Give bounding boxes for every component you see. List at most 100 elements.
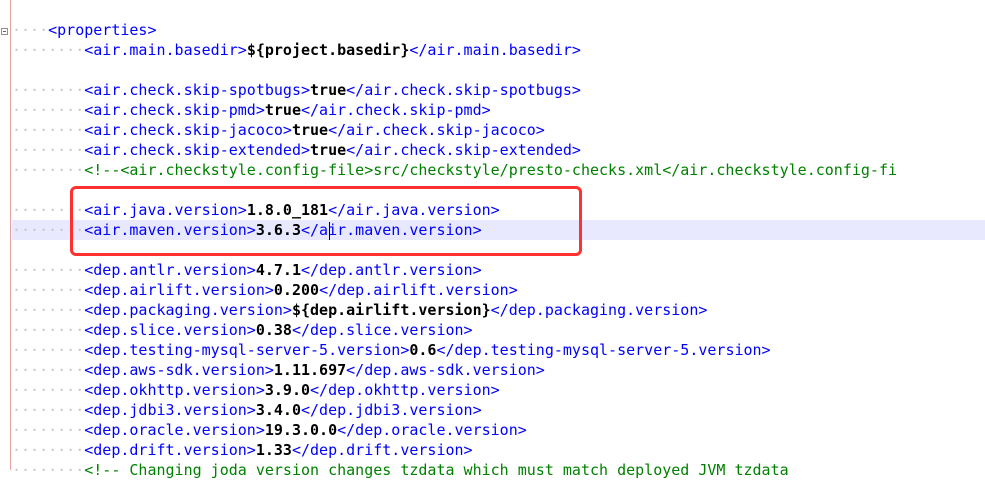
xml-tag: </air.check.skip-jacoco>	[328, 121, 545, 139]
indent-whitespace: ········	[12, 421, 85, 439]
xml-tag: </dep.okhttp.version>	[310, 381, 500, 399]
xml-value: 0.38	[255, 321, 292, 339]
indent-whitespace: ········	[12, 121, 85, 139]
xml-value: 0.6	[409, 341, 437, 359]
xml-tag: </air.check.skip-spotbugs>	[346, 81, 581, 99]
code-line[interactable]: ········<air.maven.version>3.6.3</air.ma…	[12, 220, 985, 240]
code-line[interactable]	[12, 180, 985, 200]
indent-whitespace: ········	[12, 401, 85, 419]
indent-whitespace: ········	[12, 161, 85, 179]
code-line[interactable]: ········<dep.aws-sdk.version>1.11.697</d…	[12, 360, 985, 380]
fold-collapse-icon[interactable]	[1, 28, 8, 35]
xml-tag: <dep.jdbi3.version>	[84, 401, 256, 419]
xml-tag: <dep.antlr.version>	[84, 261, 256, 279]
code-line[interactable]: ········<!-- Changing joda version chang…	[12, 460, 985, 480]
xml-tag: <air.check.skip-spotbugs>	[84, 81, 311, 99]
code-line[interactable]: ········<air.check.skip-spotbugs>true</a…	[12, 80, 985, 100]
xml-tag: </dep.testing-mysql-server-5.version>	[436, 341, 771, 359]
code-line[interactable]: ········<dep.antlr.version>4.7.1</dep.an…	[12, 260, 985, 280]
indent-whitespace: ········	[12, 141, 85, 159]
xml-value: 3.9.0	[264, 381, 311, 399]
xml-value: true	[291, 121, 329, 139]
xml-tag: <dep.airlift.version>	[84, 281, 274, 299]
editor-gutter	[0, 0, 11, 470]
xml-tag: <air.main.basedir>	[84, 41, 247, 59]
xml-tag: <dep.slice.version>	[84, 321, 256, 339]
xml-value: true	[264, 101, 301, 119]
xml-tag: <air.check.skip-extended>	[84, 141, 311, 159]
xml-tag: </air.main.basedir>	[409, 41, 581, 59]
indent-whitespace: ········	[12, 201, 85, 219]
code-line[interactable]: ········<dep.drift.version>1.33</dep.dri…	[12, 440, 985, 460]
code-line[interactable]: ····<properties>	[12, 20, 985, 40]
indent-whitespace: ········	[12, 301, 85, 319]
indent-whitespace: ········	[12, 441, 85, 459]
xml-value: 1.8.0_181	[246, 201, 329, 219]
xml-tag: </dep.jdbi3.version>	[301, 401, 482, 419]
xml-value: 1.33	[255, 441, 292, 459]
code-line[interactable]: ········<dep.packaging.version>${dep.air…	[12, 300, 985, 320]
xml-tag: </dep.packaging.version>	[490, 301, 708, 319]
indent-whitespace: ········	[12, 381, 85, 399]
xml-value: ${dep.airlift.version}	[291, 301, 491, 319]
xml-tag: <air.check.skip-jacoco>	[84, 121, 292, 139]
xml-value: 0.200	[273, 281, 320, 299]
code-line[interactable]	[12, 240, 985, 260]
code-line[interactable]: ········<!--<air.checkstyle.config-file>…	[12, 160, 985, 180]
xml-comment: <!--<air.checkstyle.config-file>src/chec…	[84, 161, 898, 179]
xml-tag: </dep.aws-sdk.version>	[346, 361, 545, 379]
code-line[interactable]: ········<dep.airlift.version>0.200</dep.…	[12, 280, 985, 300]
xml-comment: <!-- Changing joda version changes tzdat…	[84, 461, 789, 479]
xml-tag: <air.check.skip-pmd>	[84, 101, 265, 119]
indent-whitespace: ········	[12, 81, 85, 99]
code-line[interactable]: ········<dep.slice.version>0.38</dep.sli…	[12, 320, 985, 340]
code-line[interactable]: ········<dep.okhttp.version>3.9.0</dep.o…	[12, 380, 985, 400]
xml-value: true	[310, 141, 347, 159]
xml-tag: </dep.airlift.version>	[319, 281, 518, 299]
xml-tag: <dep.testing-mysql-server-5.version>	[84, 341, 410, 359]
code-line[interactable]	[12, 60, 985, 80]
indent-whitespace: ····	[12, 21, 49, 39]
xml-tag: <dep.aws-sdk.version>	[84, 361, 274, 379]
xml-tag: </air.check.skip-pmd>	[301, 101, 491, 119]
xml-tag: </air.check.skip-extended>	[346, 141, 581, 159]
code-line[interactable]: ········<air.java.version>1.8.0_181</air…	[12, 200, 985, 220]
xml-value: 1.11.697	[273, 361, 347, 379]
indent-whitespace: ········	[12, 101, 85, 119]
code-line[interactable]: ········<air.check.skip-pmd>true</air.ch…	[12, 100, 985, 120]
indent-whitespace: ········	[12, 321, 85, 339]
xml-tag: </air.java.version>	[328, 201, 500, 219]
xml-tag: <properties>	[48, 21, 157, 39]
indent-whitespace: ········	[12, 341, 85, 359]
xml-tag: <dep.drift.version>	[84, 441, 256, 459]
code-line[interactable]: ········<air.check.skip-extended>true</a…	[12, 140, 985, 160]
xml-tag: <dep.packaging.version>	[84, 301, 292, 319]
xml-value: 19.3.0.0	[264, 421, 338, 439]
xml-value: true	[310, 81, 347, 99]
xml-value: 4.7.1	[255, 261, 301, 279]
indent-whitespace: ········	[12, 41, 85, 59]
xml-tag: </dep.antlr.version>	[301, 261, 482, 279]
indent-whitespace: ········	[12, 281, 85, 299]
xml-value: 3.6.3	[255, 221, 301, 239]
code-line[interactable]: ········<air.main.basedir>${project.base…	[12, 40, 985, 60]
indent-whitespace: ········	[12, 461, 85, 479]
xml-tag: <air.java.version>	[84, 201, 247, 219]
indent-whitespace: ········	[12, 261, 85, 279]
text-caret	[329, 222, 330, 240]
indent-whitespace: ········	[12, 221, 85, 239]
xml-value: 3.4.0	[255, 401, 301, 419]
xml-tag: </dep.oracle.version>	[337, 421, 527, 439]
xml-tag: <dep.oracle.version>	[84, 421, 265, 439]
xml-tag: </dep.drift.version>	[291, 441, 473, 459]
code-editor[interactable]: ····<properties> ········<air.main.basedi…	[12, 20, 985, 480]
code-line[interactable]: ········<dep.jdbi3.version>3.4.0</dep.jd…	[12, 400, 985, 420]
code-line[interactable]: ········<dep.testing-mysql-server-5.vers…	[12, 340, 985, 360]
code-line[interactable]: ········<dep.oracle.version>19.3.0.0</de…	[12, 420, 985, 440]
xml-tag: <air.maven.version>	[84, 221, 256, 239]
xml-tag: <dep.okhttp.version>	[84, 381, 265, 399]
xml-value: ${project.basedir}	[246, 41, 410, 59]
code-line[interactable]: ········<air.check.skip-jacoco>true</air…	[12, 120, 985, 140]
indent-whitespace: ········	[12, 361, 85, 379]
xml-tag: </dep.slice.version>	[291, 321, 473, 339]
